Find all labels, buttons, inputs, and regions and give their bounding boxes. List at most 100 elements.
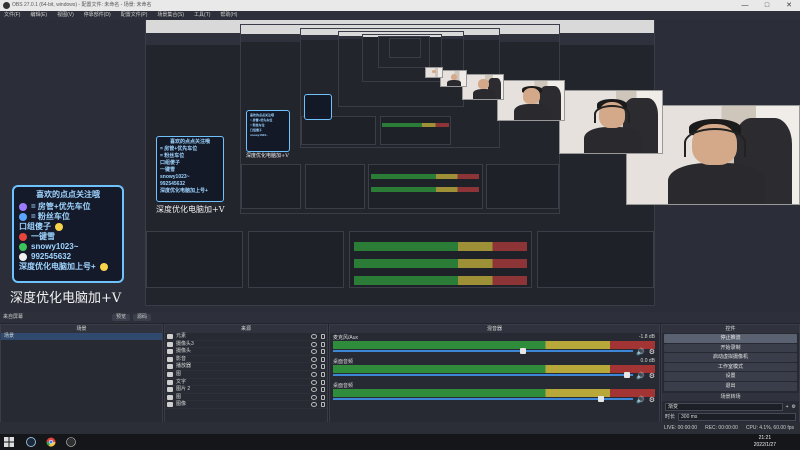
eye-icon[interactable]: [311, 402, 317, 408]
studio-mode-button[interactable]: 工作室模式: [664, 362, 797, 372]
source-item[interactable]: 播放器: [165, 363, 327, 371]
follow-sticker: 喜欢的点点关注哦 = 房管+优先车位 = 粉丝车位 口组傻子 snowy1023…: [246, 110, 290, 152]
image-icon: [167, 387, 173, 393]
eye-icon[interactable]: [311, 364, 317, 370]
gift-icon: [19, 203, 27, 211]
exit-button[interactable]: 退出: [664, 381, 797, 391]
duration-input[interactable]: 300 ms: [678, 412, 796, 421]
tab-source[interactable]: 源码: [133, 314, 152, 321]
lock-icon[interactable]: [321, 394, 325, 400]
start-virtual-camera-button[interactable]: 启动虚拟摄像机: [664, 353, 797, 362]
cpu-status: CPU: 4.1%, 60.00 fps: [745, 425, 794, 431]
scene-list-item[interactable]: 场景: [1, 333, 162, 340]
gear-icon[interactable]: ⚙: [649, 348, 655, 356]
source-item[interactable]: 图像: [165, 401, 327, 409]
stop-streaming-button[interactable]: 停止推流: [664, 334, 797, 343]
camera-icon: [167, 341, 173, 347]
lock-icon[interactable]: [321, 356, 325, 362]
maximize-icon[interactable]: □: [756, 0, 778, 11]
menu-tools[interactable]: 工具(T): [194, 11, 210, 20]
preview-canvas[interactable]: 喜欢的点点关注哦 = 房管+优先车位 = 粉丝车位 口组傻子 一键雪 snowy…: [0, 20, 800, 312]
nested-obs-layer: [389, 38, 421, 58]
lock-icon[interactable]: [321, 387, 325, 393]
media-icon: [167, 364, 173, 370]
eye-icon[interactable]: [311, 334, 317, 339]
lock-icon[interactable]: [321, 334, 325, 339]
obs-taskbar-icon[interactable]: [66, 437, 76, 447]
window-controls: — □ ✕: [734, 0, 800, 11]
source-item[interactable]: 摄像头: [165, 348, 327, 356]
lock-icon[interactable]: [321, 349, 325, 355]
gear-icon[interactable]: ⚙: [649, 372, 655, 380]
scenes-header: 场景: [1, 325, 162, 333]
source-item[interactable]: 图: [165, 371, 327, 379]
follow-sticker: 喜欢的点点关注哦 = 房管+优先车位 = 粉丝车位 口组傻子 一键雪 snowy…: [156, 136, 224, 202]
volume-slider[interactable]: [333, 350, 633, 352]
eye-icon[interactable]: [311, 387, 317, 393]
wechat-icon: [19, 243, 27, 251]
speaker-icon[interactable]: 🔊: [636, 348, 645, 356]
system-clock[interactable]: 21:21 2022/1/27: [754, 435, 776, 449]
promo-caption: 深度优化电脑加+V: [10, 291, 122, 306]
volume-meter: [333, 393, 655, 397]
window-title-bar: OBS 27.0.1 (64-bit, windows) - 配置文件: 未命名…: [0, 0, 800, 11]
speaker-icon[interactable]: 🔊: [636, 372, 645, 380]
menu-file[interactable]: 文件(F): [4, 11, 20, 20]
volume-slider[interactable]: [333, 398, 633, 400]
speaker-icon[interactable]: 🔊: [636, 396, 645, 404]
volume-slider-handle[interactable]: [598, 396, 604, 402]
dock-toolbar: 来自屏幕 预览 源码: [0, 312, 800, 323]
volume-slider[interactable]: [333, 374, 633, 376]
duration-label: 时长: [665, 414, 676, 421]
clock-date: 2022/1/27: [753, 442, 776, 448]
weibo-icon: [19, 233, 27, 241]
windows-taskbar: 21:21 2022/1/27: [0, 434, 800, 450]
lock-icon[interactable]: [321, 402, 325, 408]
steam-icon[interactable]: [26, 437, 36, 447]
image-icon: [167, 371, 173, 377]
menu-scene-collection[interactable]: 场景集合(S): [157, 11, 184, 20]
volume-meter: [333, 369, 655, 373]
car-icon: [19, 213, 27, 221]
eye-icon[interactable]: [311, 394, 317, 400]
lock-icon[interactable]: [321, 364, 325, 370]
eye-icon[interactable]: [311, 341, 317, 347]
eye-icon[interactable]: [311, 349, 317, 355]
eye-icon[interactable]: [311, 371, 317, 377]
windows-start-icon[interactable]: [4, 437, 14, 447]
gear-icon[interactable]: ⚙: [792, 404, 796, 410]
chrome-icon[interactable]: [46, 437, 56, 447]
sources-dock: 来源 元素 摄像头3 摄像头 影音 播放器 图 文字 图片 2 图 图像 + −…: [164, 324, 328, 434]
source-item[interactable]: 图: [165, 394, 327, 402]
live-status: LIVE: 00:00:00: [664, 425, 698, 431]
menu-view[interactable]: 视图(V): [57, 11, 74, 20]
close-icon[interactable]: ✕: [778, 0, 800, 11]
channel-name: 麦克风/Aux: [333, 335, 359, 341]
eye-icon[interactable]: [311, 379, 317, 385]
volume-slider-handle[interactable]: [520, 348, 526, 354]
minimize-icon[interactable]: —: [734, 0, 756, 11]
menu-edit[interactable]: 编辑(E): [30, 11, 47, 20]
lock-icon[interactable]: [321, 341, 325, 347]
start-recording-button[interactable]: 开始录制: [664, 343, 797, 353]
lock-icon[interactable]: [321, 379, 325, 385]
transition-select[interactable]: 渐变: [665, 402, 783, 411]
sticker-title: 喜欢的点点关注哦: [36, 190, 100, 199]
tab-preview[interactable]: 预览: [112, 314, 131, 321]
settings-button[interactable]: 设置: [664, 372, 797, 381]
window-title: OBS 27.0.1 (64-bit, windows) - 配置文件: 未命名…: [12, 2, 152, 8]
add-transition-button[interactable]: +: [786, 404, 789, 410]
webcam-feed: [559, 90, 663, 154]
follow-sticker: 喜欢的点点关注哦 = 房管+优先车位 = 粉丝车位 口组傻子 一键雪 snowy…: [12, 185, 124, 283]
menu-help[interactable]: 帮助(H): [220, 11, 237, 20]
image-icon: [167, 394, 173, 400]
menu-profile[interactable]: 配置文件(P): [121, 11, 148, 20]
gear-icon[interactable]: ⚙: [649, 396, 655, 404]
volume-slider-handle[interactable]: [624, 372, 630, 378]
source-item[interactable]: 图片 2: [165, 386, 327, 394]
source-item[interactable]: 元素: [165, 333, 327, 341]
eye-icon[interactable]: [311, 356, 317, 362]
menu-docks[interactable]: 停靠部件(D): [84, 11, 111, 20]
webcam-feed: [440, 70, 467, 87]
lock-icon[interactable]: [321, 371, 325, 377]
